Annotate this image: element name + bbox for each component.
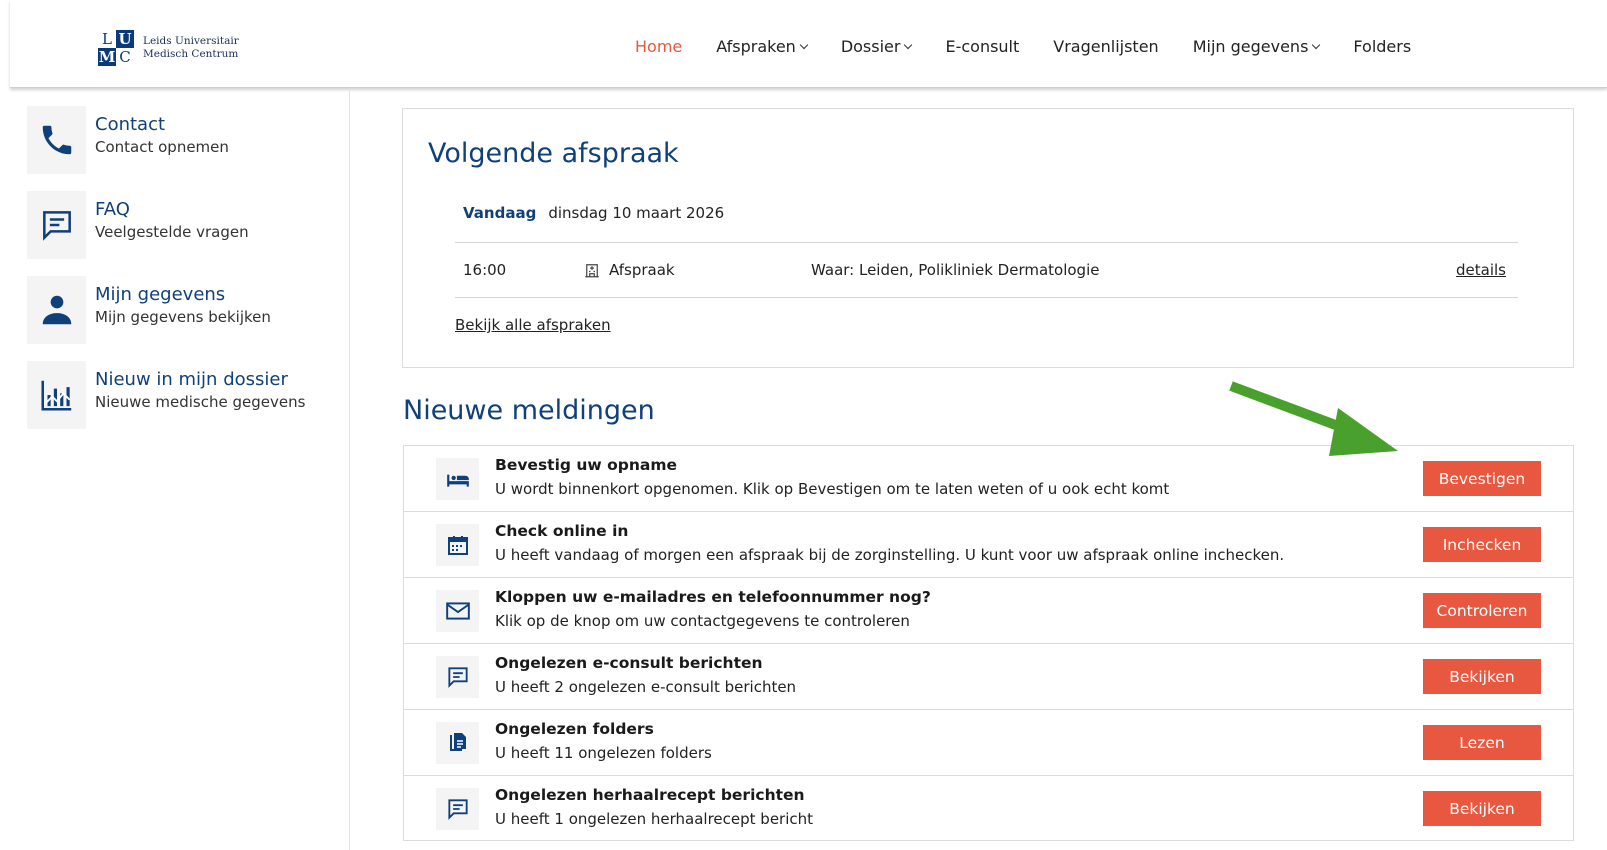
sidebar-item-nieuw-in-dossier[interactable]: Nieuw in mijn dossier Nieuwe medische ge… [27, 361, 305, 429]
calendar-icon [436, 524, 479, 566]
chevron-down-icon [1312, 40, 1321, 50]
lumc-logo[interactable]: L U M C Leids Universitair Medisch Centr… [98, 30, 239, 66]
list-item: Check online in U heeft vandaag of morge… [404, 512, 1573, 578]
nav-folders[interactable]: Folders [1353, 37, 1411, 56]
nav-dossier[interactable]: Dossier [841, 37, 913, 56]
top-header: L U M C Leids Universitair Medisch Centr… [10, 0, 1607, 88]
list-item: Ongelezen e-consult berichten U heeft 2 … [404, 644, 1573, 710]
nav-e-consult[interactable]: E-consult [945, 37, 1019, 56]
chat-icon [436, 788, 479, 830]
appointment-location: Waar: Leiden, Polikliniek Dermatologie [811, 261, 1100, 279]
all-appointments-link[interactable]: Bekijk alle afspraken [455, 316, 611, 334]
notifications-heading: Nieuwe meldingen [403, 395, 655, 426]
controleren-button[interactable]: Controleren [1423, 593, 1541, 628]
nav-mijn-gegevens[interactable]: Mijn gegevens [1193, 37, 1321, 56]
sidebar-item-faq[interactable]: FAQ Veelgestelde vragen [27, 191, 249, 259]
nav-afspraken[interactable]: Afspraken [716, 37, 809, 56]
appointment-details-link[interactable]: details [1456, 261, 1506, 279]
logo-text: Leids Universitair Medisch Centrum [143, 35, 239, 60]
inchecken-button[interactable]: Inchecken [1423, 527, 1541, 562]
list-item: Ongelezen folders U heeft 11 ongelezen f… [404, 710, 1573, 776]
sidebar-item-contact[interactable]: Contact Contact opnemen [27, 106, 229, 174]
phone-icon [27, 106, 86, 174]
appointment-date: Vandaag dinsdag 10 maart 2026 [463, 204, 725, 222]
chart-icon [27, 361, 86, 429]
bekijken-button[interactable]: Bekijken [1423, 659, 1541, 694]
bed-icon [436, 458, 479, 500]
appointment-time: 16:00 [463, 261, 507, 279]
nav-home[interactable]: Home [635, 37, 682, 56]
list-item: Ongelezen herhaalrecept berichten U heef… [404, 776, 1573, 842]
notifications-list: Bevestig uw opname U wordt binnenkort op… [403, 445, 1574, 841]
documents-icon [436, 722, 479, 764]
chevron-down-icon [904, 40, 913, 50]
chat-icon [27, 191, 86, 259]
divider [455, 242, 1518, 243]
appointment-type: Afspraak [583, 261, 675, 279]
logo-mark: L U M C [98, 30, 134, 66]
list-item: Kloppen uw e-mailadres en telefoonnummer… [404, 578, 1573, 644]
chevron-down-icon [799, 40, 809, 50]
bevestigen-button[interactable]: Bevestigen [1423, 461, 1541, 496]
envelope-icon [436, 590, 479, 632]
bekijken-button[interactable]: Bekijken [1423, 791, 1541, 826]
main-nav: Home Afspraken Dossier E-consult Vragenl… [635, 37, 1445, 56]
lezen-button[interactable]: Lezen [1423, 725, 1541, 760]
divider [455, 297, 1518, 298]
hospital-icon [583, 261, 601, 279]
next-appointment-heading: Volgende afspraak [428, 138, 679, 169]
annotation-arrow-icon [1229, 381, 1398, 456]
sidebar: Contact Contact opnemen FAQ Veelgestelde… [10, 89, 350, 850]
sidebar-item-mijn-gegevens[interactable]: Mijn gegevens Mijn gegevens bekijken [27, 276, 271, 344]
nav-vragenlijsten[interactable]: Vragenlijsten [1053, 37, 1158, 56]
user-icon [27, 276, 86, 344]
chat-icon [436, 656, 479, 698]
